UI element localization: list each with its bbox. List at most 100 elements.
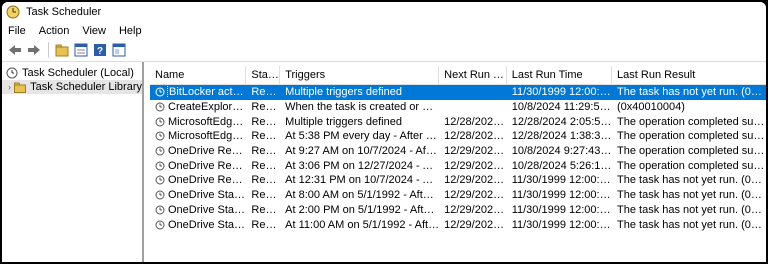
help-icon[interactable]: ? bbox=[91, 41, 109, 59]
task-name: CreateExplorerShe... bbox=[168, 101, 246, 114]
cell-triggers: At 3:06 PM on 12/27/2024 - After tri... bbox=[285, 159, 439, 172]
cell-last-run-time: 10/8/2024 11:29:51 AM bbox=[511, 101, 612, 114]
task-table: Name Status Triggers Next Run Time Last … bbox=[150, 66, 766, 232]
cell-triggers: At 11:00 AM on 5/1/1992 - After trig... bbox=[285, 218, 439, 231]
task-icon bbox=[155, 131, 165, 141]
cell-last-run-time: 11/30/1999 12:00:00 AM bbox=[511, 203, 612, 216]
menu-action[interactable]: Action bbox=[39, 25, 70, 37]
task-name: OneDrive Standal... bbox=[168, 218, 247, 231]
table-row[interactable]: OneDrive Standal... Ready At 11:00 AM on 5… bbox=[150, 217, 766, 232]
cell-name: OneDrive Standal... bbox=[150, 189, 246, 201]
task-icon bbox=[155, 205, 165, 215]
table-body: BitLocker activate Ready Multiple triggers… bbox=[150, 85, 766, 232]
table-row[interactable]: OneDrive Standal... Ready At 2:00 PM on 5/… bbox=[150, 203, 766, 218]
menu-view[interactable]: View bbox=[82, 25, 106, 37]
cell-triggers: At 12:31 PM on 10/7/2024 - After tri... bbox=[285, 174, 439, 187]
title-bar: Task Scheduler bbox=[2, 2, 766, 22]
cell-status: Ready bbox=[251, 145, 281, 158]
task-icon bbox=[155, 87, 165, 97]
cell-next-run-time: 12/29/2024 9:... bbox=[444, 145, 507, 158]
cell-last-run-result: The task has not yet run. (0x41303) bbox=[617, 203, 766, 216]
cell-last-run-result: The operation completed successfully bbox=[617, 159, 766, 172]
column-header-next-run-time[interactable]: Next Run Time bbox=[439, 66, 507, 84]
column-header-triggers[interactable]: Triggers bbox=[280, 66, 440, 84]
cell-name: MicrosoftEdgeUp... bbox=[150, 116, 246, 128]
cell-last-run-result: The operation completed successfully bbox=[617, 145, 766, 158]
task-name: BitLocker activate bbox=[166, 86, 247, 99]
cell-last-run-time: 11/30/1999 12:00:00 AM bbox=[511, 86, 612, 99]
cell-status: Ready bbox=[251, 218, 281, 231]
column-header-status[interactable]: Status bbox=[246, 66, 281, 84]
task-name: OneDrive Reporti... bbox=[168, 174, 247, 187]
cell-last-run-result: The operation completed successfully bbox=[617, 130, 766, 143]
cell-status: Ready bbox=[251, 115, 281, 128]
column-header-name[interactable]: Name bbox=[150, 66, 247, 84]
table-row[interactable]: CreateExplorerShe... Ready When the task i… bbox=[150, 100, 766, 115]
forward-arrow-icon[interactable] bbox=[25, 41, 43, 59]
svg-text:?: ? bbox=[97, 46, 103, 57]
task-icon bbox=[155, 102, 165, 112]
task-name: OneDrive Standal... bbox=[168, 189, 247, 202]
task-icon bbox=[155, 190, 165, 200]
column-header-last-run-time[interactable]: Last Run Time bbox=[507, 66, 613, 84]
cell-next-run-time: 12/29/2024 1... bbox=[444, 218, 507, 231]
task-name: OneDrive Standal... bbox=[168, 203, 247, 216]
cell-last-run-result: The task has not yet run. (0x41303) bbox=[617, 189, 766, 202]
table-row[interactable]: MicrosoftEdgeUp... Ready At 5:38 PM every … bbox=[150, 129, 766, 144]
clock-icon bbox=[6, 67, 18, 79]
task-icon bbox=[155, 161, 165, 171]
table-row[interactable]: OneDrive Reporti... Ready At 12:31 PM on 1… bbox=[150, 173, 766, 188]
folder-icon[interactable] bbox=[53, 41, 71, 59]
cell-status: Ready bbox=[251, 189, 281, 202]
task-list-pane: Name Status Triggers Next Run Time Last … bbox=[144, 62, 766, 262]
cell-name: OneDrive Reporti... bbox=[150, 174, 246, 186]
cell-last-run-time: 11/30/1999 12:00:00 AM bbox=[511, 174, 612, 187]
table-row[interactable]: OneDrive Reporti... Ready At 9:27 AM on 10… bbox=[150, 144, 766, 159]
cell-last-run-result: The operation completed successfully bbox=[617, 115, 766, 128]
cell-name: MicrosoftEdgeUp... bbox=[150, 130, 246, 142]
properties-icon[interactable] bbox=[72, 41, 90, 59]
cell-last-run-time: 10/28/2024 5:26:18 PM bbox=[511, 159, 612, 172]
task-icon bbox=[155, 175, 165, 185]
table-row[interactable]: BitLocker activate Ready Multiple triggers… bbox=[150, 85, 766, 100]
table-row[interactable]: OneDrive Reporti... Ready At 3:06 PM on 12… bbox=[150, 158, 766, 173]
menu-help[interactable]: Help bbox=[119, 25, 142, 37]
task-name: MicrosoftEdgeUp... bbox=[168, 130, 247, 143]
table-row[interactable]: OneDrive Standal... Ready At 8:00 AM on 5/… bbox=[150, 188, 766, 203]
cell-triggers: Multiple triggers defined bbox=[285, 86, 402, 99]
cell-status: Ready bbox=[251, 130, 281, 143]
navigation-tree: Task Scheduler (Local) › Task Scheduler … bbox=[2, 62, 144, 262]
cell-name: OneDrive Standal... bbox=[150, 204, 246, 216]
task-name: MicrosoftEdgeUp... bbox=[168, 115, 247, 128]
task-scheduler-window: Task Scheduler File Action View Help ? T… bbox=[2, 2, 766, 262]
cell-status: Ready bbox=[251, 86, 281, 99]
cell-last-run-time: 11/30/1999 12:00:00 AM bbox=[511, 218, 612, 231]
cell-status: Ready bbox=[251, 174, 281, 187]
console-pane-icon[interactable] bbox=[110, 41, 128, 59]
toolbar-separator bbox=[48, 42, 49, 58]
cell-next-run-time: 12/29/2024 1:... bbox=[444, 174, 507, 187]
cell-next-run-time: 12/28/2024 6:... bbox=[444, 115, 507, 128]
window-title: Task Scheduler bbox=[26, 6, 102, 18]
cell-next-run-time: 12/29/2024 3:... bbox=[444, 159, 507, 172]
menu-bar: File Action View Help bbox=[2, 22, 766, 39]
cell-last-run-time: 10/8/2024 9:27:43 AM bbox=[511, 145, 613, 158]
task-icon bbox=[155, 146, 165, 156]
back-arrow-icon[interactable] bbox=[6, 41, 24, 59]
cell-triggers: Multiple triggers defined bbox=[285, 115, 402, 128]
tree-item-label: Task Scheduler Library bbox=[30, 81, 142, 93]
cell-name: BitLocker activate bbox=[150, 86, 247, 99]
cell-name: CreateExplorerShe... bbox=[150, 101, 246, 113]
cell-status: Ready bbox=[251, 203, 281, 216]
task-icon bbox=[155, 117, 165, 127]
tree-item-task-scheduler-library[interactable]: › Task Scheduler Library bbox=[2, 80, 142, 94]
task-name: OneDrive Reporti... bbox=[168, 159, 247, 172]
cell-triggers: At 5:38 PM every day - After trigger... bbox=[285, 130, 439, 143]
menu-file[interactable]: File bbox=[8, 25, 26, 37]
tree-item-task-scheduler-local[interactable]: Task Scheduler (Local) bbox=[2, 66, 142, 80]
cell-last-run-time: 12/28/2024 1:38:36 PM bbox=[511, 130, 612, 143]
cell-last-run-time: 11/30/1999 12:00:00 AM bbox=[511, 189, 612, 202]
column-header-last-run-result[interactable]: Last Run Result bbox=[612, 66, 766, 84]
table-row[interactable]: MicrosoftEdgeUp... Ready Multiple triggers… bbox=[150, 114, 766, 129]
folder-icon bbox=[14, 82, 27, 93]
